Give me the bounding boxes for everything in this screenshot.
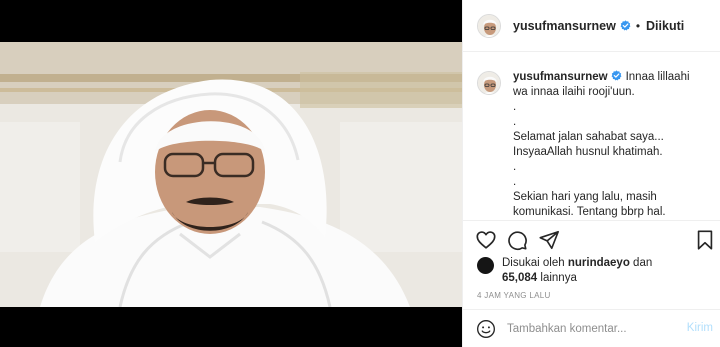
likes-count[interactable]: 65,084	[502, 272, 537, 284]
liker-username[interactable]: nurindaeyo	[568, 257, 630, 269]
caption-line: Selamat jalan sahabat saya...	[513, 131, 664, 143]
follow-status-button[interactable]: Diikuti	[646, 19, 684, 33]
caption-avatar[interactable]	[477, 71, 501, 95]
save-button[interactable]	[694, 229, 716, 251]
likes-suffix: lainnya	[540, 272, 577, 284]
post-media[interactable]	[0, 0, 462, 347]
caption-text: Innaa lillaahi	[625, 71, 690, 83]
post-comment-button[interactable]: Kirim	[687, 322, 713, 334]
emoji-icon	[477, 319, 495, 338]
post-photo[interactable]	[0, 42, 462, 307]
comment-icon	[508, 231, 527, 251]
post-photo-illustration	[0, 42, 462, 307]
share-icon	[539, 230, 559, 250]
comment-button[interactable]	[506, 229, 528, 251]
comment-input[interactable]	[507, 322, 657, 335]
post-side-panel: yusufmansurnew • Diikuti yusufmansurnew	[462, 0, 720, 347]
caption-line: yusufmansurnew Innaa lillaahi	[513, 70, 709, 85]
likes-conj: dan	[633, 257, 653, 269]
verified-badge-icon	[611, 70, 622, 81]
caption-username[interactable]: yusufmansurnew	[513, 71, 608, 83]
caption-avatar-image	[478, 72, 500, 94]
emoji-button[interactable]	[476, 319, 496, 339]
share-button[interactable]	[538, 229, 560, 251]
post-timestamp[interactable]: 4 JAM YANG LALU	[477, 291, 551, 300]
caption-line: komunikasi. Tentang bbrp hal.	[513, 206, 666, 218]
caption-line: .	[513, 161, 517, 173]
post-header: yusufmansurnew • Diikuti	[463, 0, 720, 52]
bookmark-icon	[697, 230, 713, 250]
likes-prefix: Disukai oleh	[502, 257, 565, 269]
likes-text: Disukai oleh nurindaeyo dan 65,084 lainn…	[502, 256, 652, 286]
verified-badge-icon	[620, 20, 631, 31]
caption-line: InsyaaAllah husnul khatimah.	[513, 146, 663, 158]
avatar[interactable]	[477, 13, 501, 38]
avatar-image	[478, 14, 500, 37]
caption-area: yusufmansurnew Innaa lillaahi wa innaa i…	[463, 52, 720, 220]
heart-icon	[476, 231, 496, 249]
action-bar	[463, 220, 720, 258]
like-button[interactable]	[475, 229, 497, 251]
caption-line: .	[513, 101, 517, 113]
header-separator: •	[635, 18, 641, 33]
liker-avatar[interactable]	[477, 257, 494, 274]
caption-line: .	[513, 176, 517, 188]
post-caption: yusufmansurnew Innaa lillaahi wa innaa i…	[513, 70, 709, 220]
header-username[interactable]: yusufmansurnew	[513, 19, 616, 33]
likes-summary: Disukai oleh nurindaeyo dan 65,084 lainn…	[477, 256, 713, 286]
caption-line: wa innaa ilaihi rooji'uun.	[513, 86, 635, 98]
comment-box: Kirim	[463, 309, 720, 347]
caption-line: .	[513, 116, 517, 128]
caption-line: Sekian hari yang lalu, masih	[513, 191, 657, 203]
